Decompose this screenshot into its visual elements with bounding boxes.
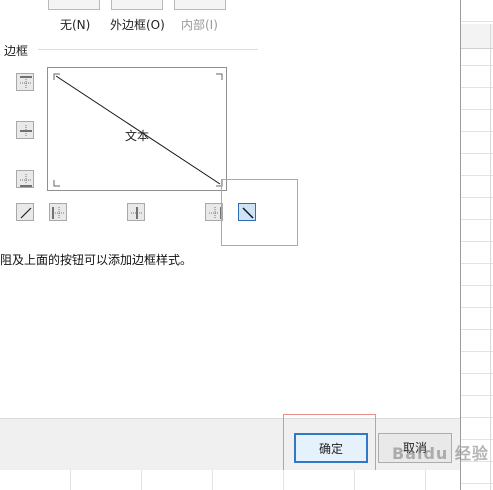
- border-bottom-icon: [20, 174, 32, 187]
- watermark: Baidu 经验: [392, 444, 489, 463]
- preset-none-button[interactable]: [48, 0, 100, 10]
- border-diagonal-up-icon: [20, 207, 32, 219]
- preset-inside-button[interactable]: [174, 0, 226, 10]
- border-tab-panel: 无(N) 外边框(O) 内部(I) 边框 文本 阻及上面的按钮可以添加边框样式。: [0, 0, 460, 419]
- format-cells-dialog: 无(N) 外边框(O) 内部(I) 边框 文本 阻及上面的按钮可以添加边框样式。…: [0, 0, 461, 490]
- spreadsheet-gridline: [490, 24, 491, 490]
- border-inside-vertical-button[interactable]: [127, 203, 145, 221]
- sheet-strip: [0, 470, 460, 490]
- border-left-icon: [52, 207, 65, 219]
- border-inside-horizontal-icon: [20, 125, 32, 137]
- preset-inside-label: 内部(I): [181, 18, 218, 32]
- border-diagonal-up-button[interactable]: [16, 203, 34, 221]
- border-group-title: 边框: [4, 44, 29, 58]
- border-inside-horizontal-button[interactable]: [16, 121, 34, 139]
- border-bottom-button[interactable]: [16, 170, 34, 188]
- border-top-button[interactable]: [16, 73, 34, 91]
- spreadsheet-column-header: [460, 24, 493, 49]
- spreadsheet-background: [460, 0, 493, 490]
- ok-button-highlight: [283, 414, 376, 472]
- border-hint-text: 阻及上面的按钮可以添加边框样式。: [0, 253, 193, 267]
- preset-outline-button[interactable]: [111, 0, 163, 10]
- border-left-button[interactable]: [49, 203, 67, 221]
- preset-none-label: 无(N): [60, 18, 91, 32]
- border-inside-vertical-icon: [131, 207, 143, 219]
- group-divider: [38, 49, 258, 50]
- border-top-icon: [20, 76, 32, 89]
- diagonal-button-highlight: [221, 179, 298, 246]
- preview-sample-text: 文本: [125, 129, 150, 143]
- preset-outline-label: 外边框(O): [110, 18, 165, 32]
